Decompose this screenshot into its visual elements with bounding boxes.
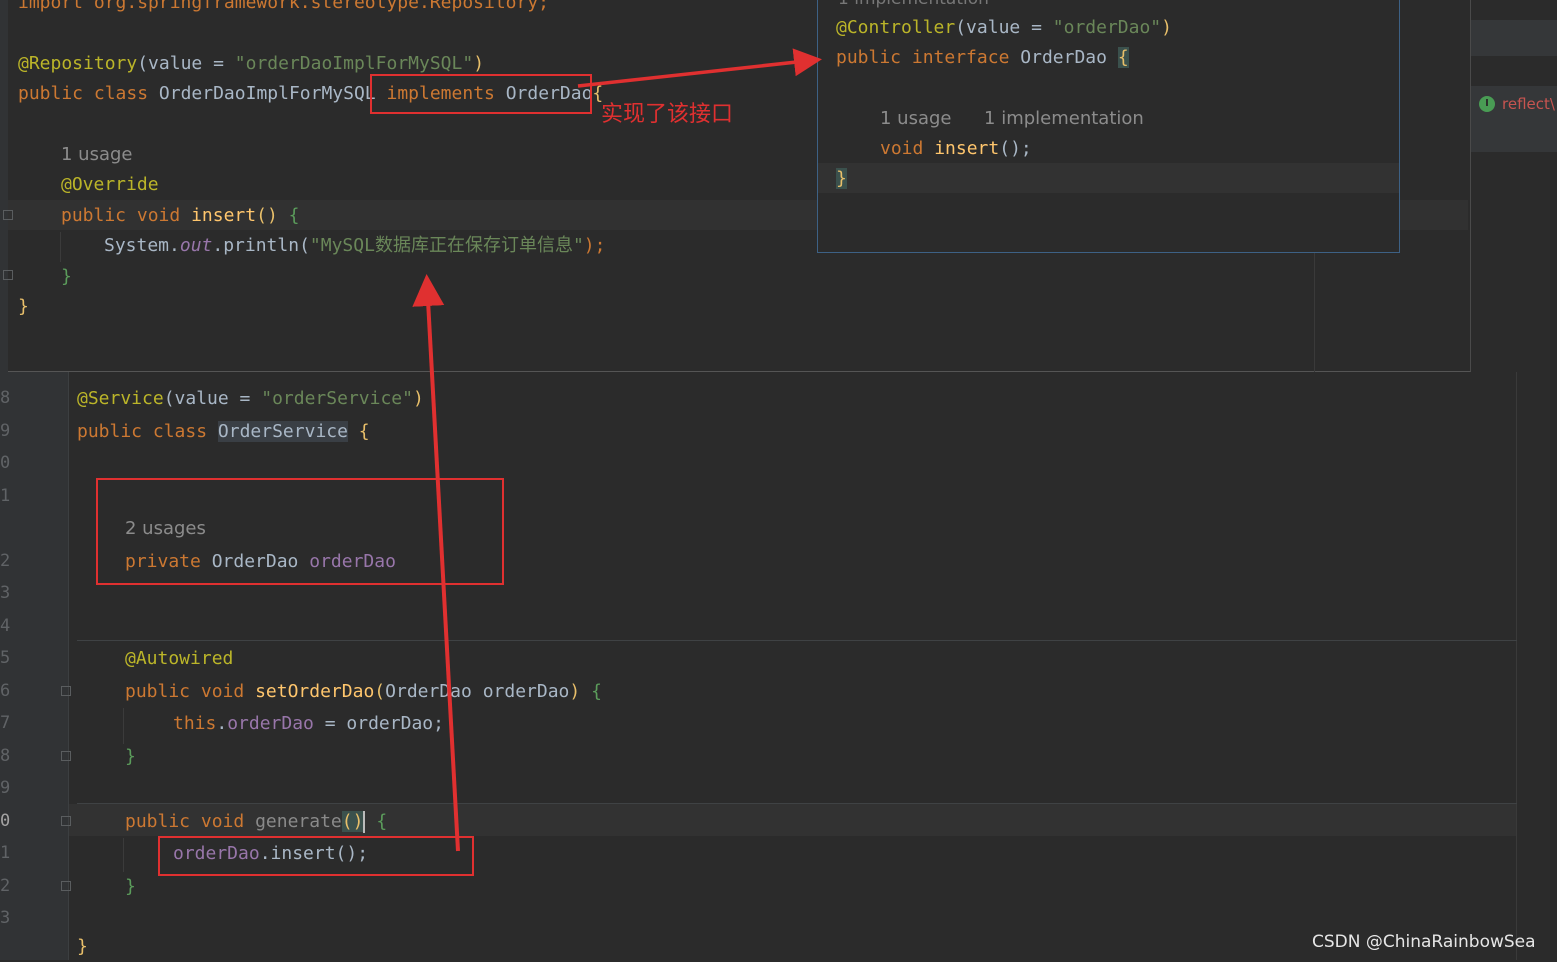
arrow-to-interface xyxy=(577,48,822,88)
arrow-to-impl-method xyxy=(412,274,460,852)
watermark: CSDN @ChinaRainbowSea xyxy=(1312,932,1536,952)
annotation-arrows xyxy=(412,48,822,852)
